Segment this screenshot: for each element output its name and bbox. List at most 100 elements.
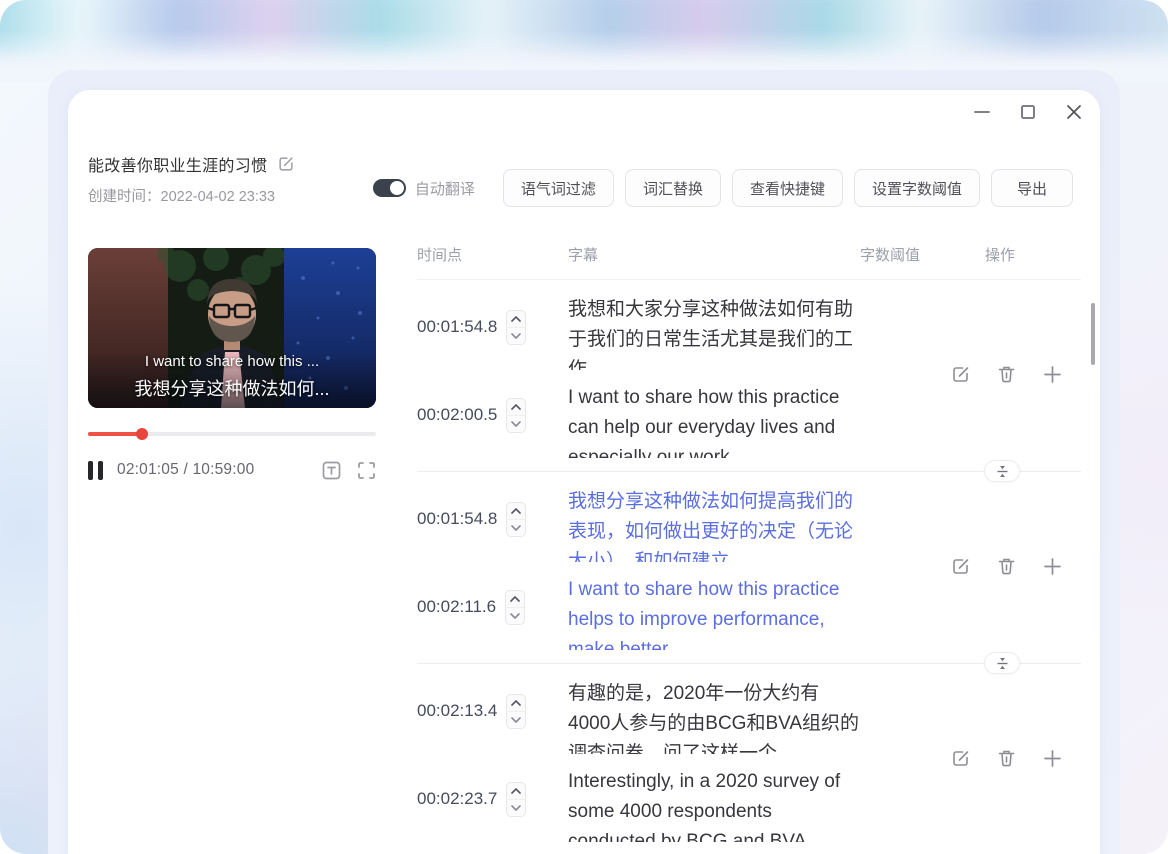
app-window: 能改善你职业生涯的习惯 创建时间：2022-04-02 23:33 自动翻译 语… xyxy=(68,90,1100,854)
chevron-up-icon[interactable] xyxy=(507,783,525,800)
timestamp: 00:02:11.6 xyxy=(417,597,496,617)
time-stepper[interactable] xyxy=(506,782,526,817)
column-header-actions: 操作 xyxy=(985,244,1081,265)
time-stepper[interactable] xyxy=(506,502,526,537)
set-threshold-button[interactable]: 设置字数阈值 xyxy=(854,169,980,207)
subtitle-cell: Interestingly, in a 2020 survey of some … xyxy=(568,767,860,842)
view-shortcuts-button[interactable]: 查看快捷键 xyxy=(732,169,843,207)
edit-row-button[interactable] xyxy=(950,556,971,577)
trash-icon xyxy=(996,364,1017,385)
add-row-button[interactable] xyxy=(1042,556,1063,577)
timestamp: 00:02:13.4 xyxy=(417,701,497,721)
subtitle-cell: 有趣的是，2020年一份大约有4000人参与的由BCG和BVA组织的调查问卷，问… xyxy=(568,679,860,754)
time-cell: 00:02:23.7 xyxy=(417,767,568,831)
video-player[interactable]: I want to share how this ... 我想分享这种做法如何.… xyxy=(88,248,376,408)
text-badge-icon xyxy=(322,461,341,480)
progress-knob[interactable] xyxy=(136,428,148,440)
add-row-button[interactable] xyxy=(1042,748,1063,769)
time-cell: 00:02:00.5 xyxy=(417,383,568,447)
player-controls: 02:01:05 / 10:59:00 xyxy=(88,458,376,482)
column-header-time: 时间点 xyxy=(417,244,568,265)
edit-icon xyxy=(950,556,971,577)
close-button[interactable] xyxy=(1064,102,1084,122)
video-subtitle-en: I want to share how this ... xyxy=(88,353,376,370)
minimize-button[interactable] xyxy=(972,102,992,122)
time-stepper[interactable] xyxy=(505,590,525,625)
edit-row-button[interactable] xyxy=(950,748,971,769)
chevron-up-icon[interactable] xyxy=(507,695,525,712)
replace-words-button[interactable]: 词汇替换 xyxy=(625,169,721,207)
subtitle-group: 00:02:13.4 有趣的是，2020年一份大约有4000人参与的由BCG和B… xyxy=(417,664,1081,854)
table-row: 00:02:23.7 Interestingly, in a 2020 surv… xyxy=(417,767,1081,842)
plus-icon xyxy=(1042,364,1063,385)
filter-filler-words-button[interactable]: 语气词过滤 xyxy=(503,169,614,207)
created-time: 创建时间：2022-04-02 23:33 xyxy=(88,185,295,206)
time-stepper[interactable] xyxy=(506,310,526,345)
export-button[interactable]: 导出 xyxy=(991,169,1073,207)
video-subtitle-zh: 我想分享这种做法如何... xyxy=(88,375,376,401)
trash-icon xyxy=(996,556,1017,577)
subtitle-cell: 我想和大家分享这种做法如何有助于我们的日常生活尤其是我们的工作 xyxy=(568,295,860,370)
pause-icon xyxy=(88,461,93,480)
chevron-up-icon[interactable] xyxy=(506,591,524,608)
time-display: 02:01:05 / 10:59:00 xyxy=(117,461,254,479)
toolbar: 自动翻译 语气词过滤 词汇替换 查看快捷键 设置字数阈值 导出 xyxy=(373,169,1073,207)
table-row: 00:02:13.4 有趣的是，2020年一份大约有4000人参与的由BCG和B… xyxy=(417,679,1081,754)
time-cell: 00:02:13.4 xyxy=(417,679,568,743)
row-actions xyxy=(950,364,1063,385)
trash-icon xyxy=(996,748,1017,769)
chevron-down-icon[interactable] xyxy=(507,520,525,536)
maximize-button[interactable] xyxy=(1018,102,1038,122)
table-row: 00:02:00.5 I want to share how this prac… xyxy=(417,383,1081,458)
edit-row-button[interactable] xyxy=(950,364,971,385)
time-cell: 00:01:54.8 xyxy=(417,295,568,359)
chevron-down-icon[interactable] xyxy=(507,328,525,344)
edit-icon xyxy=(277,155,295,173)
subtitle-toggle-button[interactable] xyxy=(322,461,341,480)
time-stepper[interactable] xyxy=(506,398,526,433)
timestamp: 00:01:54.8 xyxy=(417,509,497,529)
subtitle-table: 时间点 字幕 字数阈值 操作 00:01:54.8 我想和大家分享这种做法如何有… xyxy=(417,244,1081,854)
desktop-background: 能改善你职业生涯的习惯 创建时间：2022-04-02 23:33 自动翻译 语… xyxy=(0,0,1168,854)
time-cell: 00:01:54.8 xyxy=(417,487,568,551)
subtitle-cell: I want to share how this practice can he… xyxy=(568,383,860,458)
progress-bar[interactable] xyxy=(88,428,376,440)
chevron-up-icon[interactable] xyxy=(507,399,525,416)
chevron-down-icon[interactable] xyxy=(507,416,525,432)
column-header-threshold: 字数阈值 xyxy=(860,244,985,265)
timestamp: 00:02:23.7 xyxy=(417,789,497,809)
page-title: 能改善你职业生涯的习惯 xyxy=(88,152,267,176)
fullscreen-button[interactable] xyxy=(357,461,376,480)
subtitle-cell: I want to share how this practice helps … xyxy=(568,575,860,650)
delete-row-button[interactable] xyxy=(996,364,1017,385)
row-actions xyxy=(950,748,1063,769)
subtitle-group: 00:01:54.8 我想和大家分享这种做法如何有助于我们的日常生活尤其是我们的… xyxy=(417,280,1081,472)
window-controls xyxy=(972,102,1084,122)
edit-title-button[interactable] xyxy=(277,155,295,173)
chevron-down-icon[interactable] xyxy=(507,712,525,728)
table-row: 00:02:11.6 I want to share how this prac… xyxy=(417,575,1081,650)
chevron-down-icon[interactable] xyxy=(506,608,524,624)
table-scrollbar[interactable] xyxy=(1091,303,1095,365)
table-row: 00:01:54.8 我想分享这种做法如何提高我们的表现，如何做出更好的决定（无… xyxy=(417,487,1081,562)
auto-translate-toggle[interactable] xyxy=(373,179,406,197)
delete-row-button[interactable] xyxy=(996,748,1017,769)
auto-translate-group: 自动翻译 xyxy=(373,178,475,199)
title-block: 能改善你职业生涯的习惯 创建时间：2022-04-02 23:33 xyxy=(88,152,295,206)
table-row: 00:01:54.8 我想和大家分享这种做法如何有助于我们的日常生活尤其是我们的… xyxy=(417,295,1081,370)
time-cell: 00:02:11.6 xyxy=(417,575,568,639)
subtitle-group: 00:01:54.8 我想分享这种做法如何提高我们的表现，如何做出更好的决定（无… xyxy=(417,472,1081,664)
table-header: 时间点 字幕 字数阈值 操作 xyxy=(417,244,1081,280)
time-stepper[interactable] xyxy=(506,694,526,729)
row-actions xyxy=(950,556,1063,577)
edit-icon xyxy=(950,364,971,385)
pause-button[interactable] xyxy=(88,461,103,480)
chevron-down-icon[interactable] xyxy=(507,800,525,816)
add-row-button[interactable] xyxy=(1042,364,1063,385)
edit-icon xyxy=(950,748,971,769)
column-header-subtitle: 字幕 xyxy=(568,244,860,265)
chevron-up-icon[interactable] xyxy=(507,503,525,520)
chevron-up-icon[interactable] xyxy=(507,311,525,328)
delete-row-button[interactable] xyxy=(996,556,1017,577)
subtitle-cell: 我想分享这种做法如何提高我们的表现，如何做出更好的决定（无论大小），和如何建立 xyxy=(568,487,860,562)
